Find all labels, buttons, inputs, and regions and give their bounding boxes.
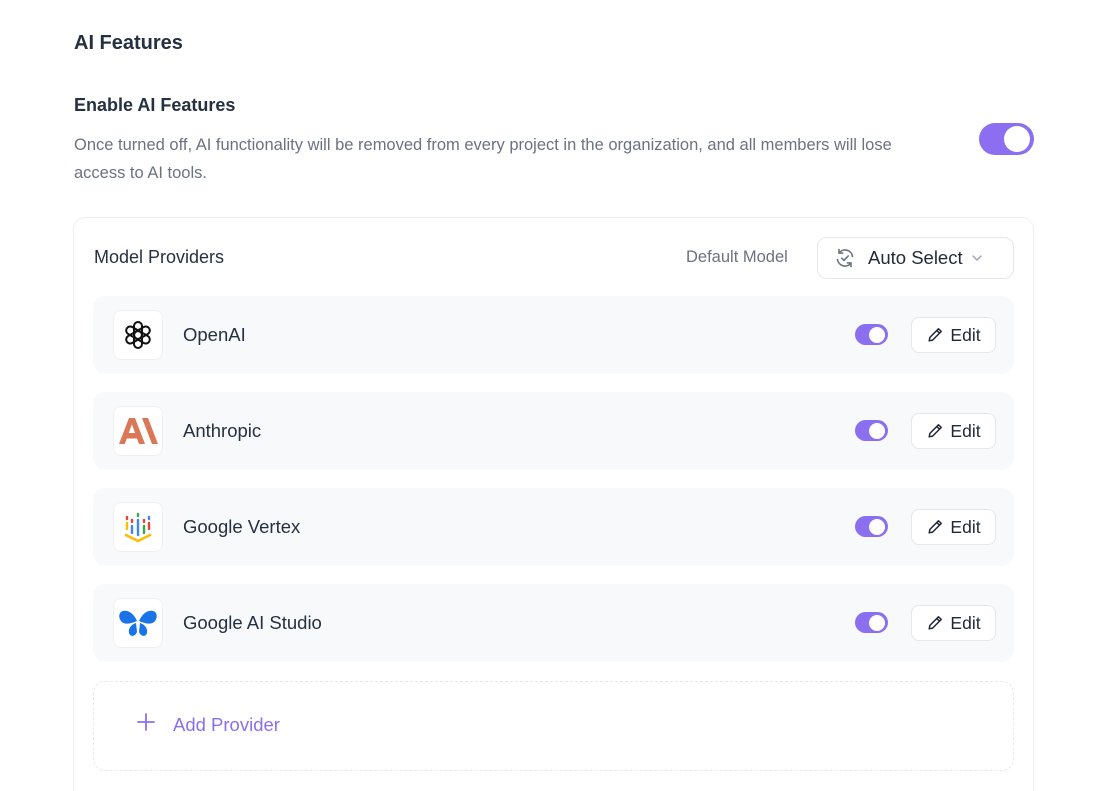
toggle-knob <box>869 614 885 631</box>
plus-icon <box>137 713 155 731</box>
ai-settings-page: AI Features Enable AI Features Once turn… <box>0 0 1100 791</box>
pencil-icon <box>928 328 943 342</box>
section-title: AI Features <box>74 32 183 54</box>
provider-toggle-anthropic[interactable] <box>855 420 888 441</box>
provider-name: OpenAI <box>183 324 246 345</box>
provider-row-openai: OpenAI Edit <box>93 296 1014 374</box>
provider-toggle-openai[interactable] <box>855 324 888 345</box>
provider-name: Google Vertex <box>183 516 301 537</box>
add-provider-label: Add Provider <box>173 714 280 735</box>
pencil-icon <box>928 520 943 534</box>
enable-ai-description: Once turned off, AI functionality will b… <box>74 136 892 182</box>
provider-row-google-vertex: Google Vertex Edit <box>93 488 1014 566</box>
provider-toggle-google-ai-studio[interactable] <box>855 612 888 633</box>
edit-label: Edit <box>950 420 981 441</box>
edit-label: Edit <box>950 612 981 633</box>
google-vertex-logo-icon <box>113 502 163 552</box>
default-model-select[interactable]: Auto Select <box>817 237 1014 279</box>
provider-row-anthropic: Anthropic Edit <box>93 392 1014 470</box>
enable-ai-title: Enable AI Features <box>74 95 236 115</box>
openai-logo-icon <box>113 310 163 360</box>
add-provider-button[interactable]: Add Provider <box>93 681 1014 771</box>
edit-button-google-ai-studio[interactable]: Edit <box>911 605 996 641</box>
anthropic-logo-icon <box>113 406 163 456</box>
edit-button-anthropic[interactable]: Edit <box>911 413 996 449</box>
provider-toggle-google-vertex[interactable] <box>855 516 888 537</box>
toggle-knob <box>869 422 885 439</box>
enable-ai-toggle[interactable] <box>979 123 1034 155</box>
provider-row-google-ai-studio: Google AI Studio Edit <box>93 584 1014 662</box>
model-providers-panel: Model Providers Default Model Auto Selec… <box>73 217 1034 791</box>
toggle-knob <box>869 326 885 343</box>
edit-label: Edit <box>950 324 981 345</box>
provider-name: Google AI Studio <box>183 612 322 633</box>
provider-name: Anthropic <box>183 420 262 441</box>
auto-select-icon <box>836 248 854 268</box>
pencil-icon <box>928 616 943 630</box>
pencil-icon <box>928 424 943 438</box>
default-model-value: Auto Select <box>868 247 963 268</box>
edit-label: Edit <box>950 516 981 537</box>
google-ai-studio-logo-icon <box>113 598 163 648</box>
chevron-down-icon <box>971 255 982 261</box>
edit-button-openai[interactable]: Edit <box>911 317 996 353</box>
model-providers-title: Model Providers <box>94 247 225 267</box>
toggle-knob <box>1004 126 1030 152</box>
default-model-label: Default Model <box>686 248 788 266</box>
toggle-knob <box>869 518 885 535</box>
edit-button-google-vertex[interactable]: Edit <box>911 509 996 545</box>
